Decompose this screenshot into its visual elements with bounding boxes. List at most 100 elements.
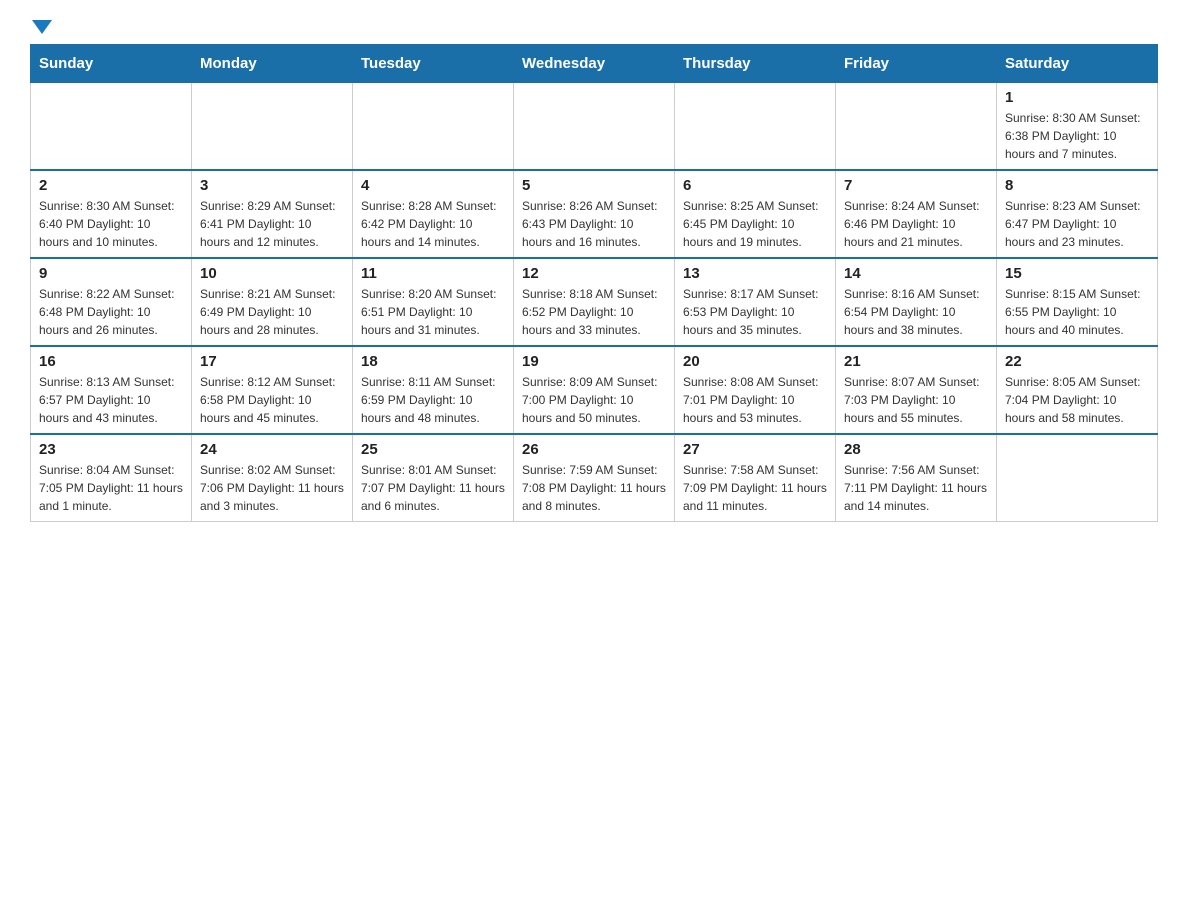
calendar-week-row: 2 Sunrise: 8:30 AM Sunset: 6:40 PM Daylig… — [31, 170, 1158, 258]
page-header — [30, 20, 1158, 34]
day-info: Sunrise: 8:13 AM Sunset: 6:57 PM Dayligh… — [39, 373, 183, 427]
day-info: Sunrise: 8:24 AM Sunset: 6:46 PM Dayligh… — [844, 197, 988, 251]
day-info: Sunrise: 8:18 AM Sunset: 6:52 PM Dayligh… — [522, 285, 666, 339]
day-info: Sunrise: 7:56 AM Sunset: 7:11 PM Dayligh… — [844, 461, 988, 515]
calendar-day-cell: 3 Sunrise: 8:29 AM Sunset: 6:41 PM Daylig… — [192, 170, 353, 258]
calendar-day-cell: 25Sunrise: 8:01 AM Sunset: 7:07 PM Dayli… — [353, 434, 514, 522]
day-info: Sunrise: 8:04 AM Sunset: 7:05 PM Dayligh… — [39, 461, 183, 515]
day-info: Sunrise: 8:29 AM Sunset: 6:41 PM Dayligh… — [200, 197, 344, 251]
day-info: Sunrise: 8:26 AM Sunset: 6:43 PM Dayligh… — [522, 197, 666, 251]
day-of-week-header: Thursday — [675, 45, 836, 83]
calendar-day-cell — [997, 434, 1158, 522]
day-number: 23 — [39, 441, 183, 458]
calendar-day-cell: 23 Sunrise: 8:04 AM Sunset: 7:05 PM Dayli… — [31, 434, 192, 522]
calendar-day-cell: 1 Sunrise: 8:30 AM Sunset: 6:38 PM Daylig… — [997, 83, 1158, 171]
day-info: Sunrise: 8:01 AM Sunset: 7:07 PM Dayligh… — [361, 461, 505, 515]
day-number: 3 — [200, 177, 344, 194]
day-of-week-header: Sunday — [31, 45, 192, 83]
calendar-day-cell: 24 Sunrise: 8:02 AM Sunset: 7:06 PM Dayli… — [192, 434, 353, 522]
day-of-week-header: Wednesday — [514, 45, 675, 83]
calendar-day-cell: 27Sunrise: 7:58 AM Sunset: 7:09 PM Dayli… — [675, 434, 836, 522]
day-info: Sunrise: 8:22 AM Sunset: 6:48 PM Dayligh… — [39, 285, 183, 339]
calendar-day-cell: 17 Sunrise: 8:12 AM Sunset: 6:58 PM Dayli… — [192, 346, 353, 434]
day-number: 24 — [200, 441, 344, 458]
day-number: 19 — [522, 353, 666, 370]
calendar-day-cell: 22 Sunrise: 8:05 AM Sunset: 7:04 PM Dayli… — [997, 346, 1158, 434]
day-number: 7 — [844, 177, 988, 194]
day-number: 9 — [39, 265, 183, 282]
header-row: SundayMondayTuesdayWednesdayThursdayFrid… — [31, 45, 1158, 83]
day-info: Sunrise: 8:16 AM Sunset: 6:54 PM Dayligh… — [844, 285, 988, 339]
day-number: 4 — [361, 177, 505, 194]
day-number: 21 — [844, 353, 988, 370]
logo — [30, 20, 54, 34]
calendar-day-cell: 10 Sunrise: 8:21 AM Sunset: 6:49 PM Dayli… — [192, 258, 353, 346]
day-info: Sunrise: 8:23 AM Sunset: 6:47 PM Dayligh… — [1005, 197, 1149, 251]
day-of-week-header: Tuesday — [353, 45, 514, 83]
calendar-day-cell: 21 Sunrise: 8:07 AM Sunset: 7:03 PM Dayli… — [836, 346, 997, 434]
day-number: 17 — [200, 353, 344, 370]
calendar-day-cell — [836, 83, 997, 171]
day-of-week-header: Saturday — [997, 45, 1158, 83]
day-info: Sunrise: 8:09 AM Sunset: 7:00 PM Dayligh… — [522, 373, 666, 427]
day-info: Sunrise: 8:17 AM Sunset: 6:53 PM Dayligh… — [683, 285, 827, 339]
calendar-day-cell — [514, 83, 675, 171]
calendar-day-cell: 8 Sunrise: 8:23 AM Sunset: 6:47 PM Daylig… — [997, 170, 1158, 258]
calendar-day-cell: 28 Sunrise: 7:56 AM Sunset: 7:11 PM Dayli… — [836, 434, 997, 522]
calendar-day-cell: 12 Sunrise: 8:18 AM Sunset: 6:52 PM Dayli… — [514, 258, 675, 346]
day-info: Sunrise: 8:05 AM Sunset: 7:04 PM Dayligh… — [1005, 373, 1149, 427]
calendar-day-cell: 2 Sunrise: 8:30 AM Sunset: 6:40 PM Daylig… — [31, 170, 192, 258]
day-info: Sunrise: 8:28 AM Sunset: 6:42 PM Dayligh… — [361, 197, 505, 251]
day-of-week-header: Monday — [192, 45, 353, 83]
logo-arrow-icon — [32, 20, 52, 34]
day-info: Sunrise: 8:30 AM Sunset: 6:40 PM Dayligh… — [39, 197, 183, 251]
calendar-day-cell — [353, 83, 514, 171]
day-number: 18 — [361, 353, 505, 370]
day-info: Sunrise: 8:02 AM Sunset: 7:06 PM Dayligh… — [200, 461, 344, 515]
day-info: Sunrise: 8:30 AM Sunset: 6:38 PM Dayligh… — [1005, 109, 1149, 163]
day-number: 16 — [39, 353, 183, 370]
day-number: 8 — [1005, 177, 1149, 194]
day-info: Sunrise: 8:20 AM Sunset: 6:51 PM Dayligh… — [361, 285, 505, 339]
calendar-day-cell: 9 Sunrise: 8:22 AM Sunset: 6:48 PM Daylig… — [31, 258, 192, 346]
day-number: 27 — [683, 441, 827, 458]
day-number: 6 — [683, 177, 827, 194]
calendar-week-row: 23 Sunrise: 8:04 AM Sunset: 7:05 PM Dayli… — [31, 434, 1158, 522]
day-info: Sunrise: 8:25 AM Sunset: 6:45 PM Dayligh… — [683, 197, 827, 251]
day-number: 2 — [39, 177, 183, 194]
day-number: 13 — [683, 265, 827, 282]
calendar-day-cell: 26 Sunrise: 7:59 AM Sunset: 7:08 PM Dayli… — [514, 434, 675, 522]
calendar-day-cell: 5Sunrise: 8:26 AM Sunset: 6:43 PM Daylig… — [514, 170, 675, 258]
calendar-day-cell: 13 Sunrise: 8:17 AM Sunset: 6:53 PM Dayli… — [675, 258, 836, 346]
calendar-week-row: 16 Sunrise: 8:13 AM Sunset: 6:57 PM Dayli… — [31, 346, 1158, 434]
calendar-day-cell: 18Sunrise: 8:11 AM Sunset: 6:59 PM Dayli… — [353, 346, 514, 434]
day-info: Sunrise: 8:21 AM Sunset: 6:49 PM Dayligh… — [200, 285, 344, 339]
day-info: Sunrise: 7:59 AM Sunset: 7:08 PM Dayligh… — [522, 461, 666, 515]
day-number: 10 — [200, 265, 344, 282]
calendar-week-row: 9 Sunrise: 8:22 AM Sunset: 6:48 PM Daylig… — [31, 258, 1158, 346]
calendar-header: SundayMondayTuesdayWednesdayThursdayFrid… — [31, 45, 1158, 83]
calendar-day-cell: 7 Sunrise: 8:24 AM Sunset: 6:46 PM Daylig… — [836, 170, 997, 258]
day-number: 12 — [522, 265, 666, 282]
calendar-body: 1 Sunrise: 8:30 AM Sunset: 6:38 PM Daylig… — [31, 83, 1158, 522]
calendar-day-cell: 6 Sunrise: 8:25 AM Sunset: 6:45 PM Daylig… — [675, 170, 836, 258]
day-info: Sunrise: 8:12 AM Sunset: 6:58 PM Dayligh… — [200, 373, 344, 427]
day-number: 28 — [844, 441, 988, 458]
day-number: 20 — [683, 353, 827, 370]
calendar-table: SundayMondayTuesdayWednesdayThursdayFrid… — [30, 44, 1158, 522]
day-number: 22 — [1005, 353, 1149, 370]
calendar-day-cell: 11 Sunrise: 8:20 AM Sunset: 6:51 PM Dayli… — [353, 258, 514, 346]
day-number: 11 — [361, 265, 505, 282]
day-number: 14 — [844, 265, 988, 282]
day-info: Sunrise: 8:08 AM Sunset: 7:01 PM Dayligh… — [683, 373, 827, 427]
day-info: Sunrise: 8:15 AM Sunset: 6:55 PM Dayligh… — [1005, 285, 1149, 339]
calendar-day-cell: 4 Sunrise: 8:28 AM Sunset: 6:42 PM Daylig… — [353, 170, 514, 258]
calendar-day-cell: 20 Sunrise: 8:08 AM Sunset: 7:01 PM Dayli… — [675, 346, 836, 434]
day-number: 26 — [522, 441, 666, 458]
day-of-week-header: Friday — [836, 45, 997, 83]
calendar-week-row: 1 Sunrise: 8:30 AM Sunset: 6:38 PM Daylig… — [31, 83, 1158, 171]
calendar-day-cell: 15 Sunrise: 8:15 AM Sunset: 6:55 PM Dayli… — [997, 258, 1158, 346]
day-number: 1 — [1005, 89, 1149, 106]
day-number: 15 — [1005, 265, 1149, 282]
day-info: Sunrise: 8:07 AM Sunset: 7:03 PM Dayligh… — [844, 373, 988, 427]
